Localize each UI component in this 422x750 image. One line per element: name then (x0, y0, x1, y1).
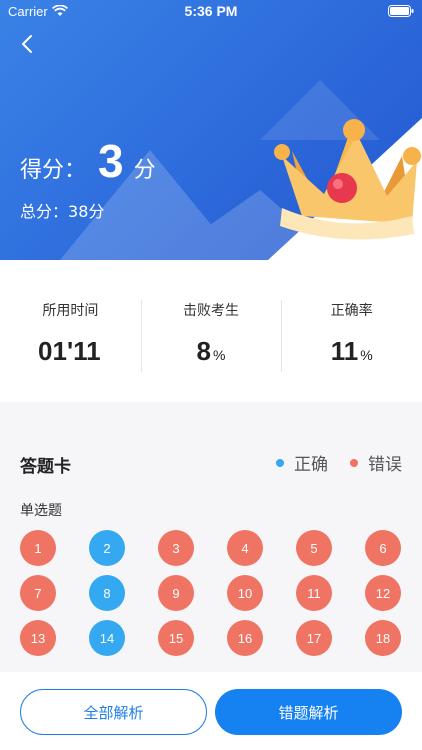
clock: 5:36 PM (184, 3, 238, 19)
total-value: 38分 (68, 202, 105, 221)
stat-time: 所用时间 01'11 (0, 260, 141, 402)
stat-label: 所用时间 (42, 303, 99, 319)
question-16-button[interactable]: 16 (227, 620, 263, 656)
legend: 正确 错误 (276, 450, 402, 475)
question-13-button[interactable]: 13 (20, 620, 56, 656)
crown-icon (274, 119, 421, 240)
legend-correct: 正确 (276, 450, 328, 475)
wrong-dot-icon (350, 458, 358, 467)
stats-panel: 所用时间 01'11 击败考生 8% 正确率 11% (0, 260, 422, 402)
stat-accuracy: 正确率 11% (281, 260, 422, 402)
legend-wrong: 错误 (350, 450, 402, 475)
question-8-button[interactable]: 8 (89, 575, 125, 611)
stat-value: 01'11 (38, 336, 101, 366)
total-label: 总分： (20, 202, 69, 221)
question-11-button[interactable]: 11 (296, 575, 332, 611)
question-12-button[interactable]: 12 (365, 575, 401, 611)
question-18-button[interactable]: 18 (365, 620, 401, 656)
score-value: 3 (98, 135, 124, 187)
question-7-button[interactable]: 7 (20, 575, 56, 611)
question-17-button[interactable]: 17 (296, 620, 332, 656)
battery-icon (388, 5, 414, 17)
all-analysis-button[interactable]: 全部解析 (20, 689, 207, 735)
question-9-button[interactable]: 9 (158, 575, 194, 611)
question-5-button[interactable]: 5 (296, 530, 332, 566)
question-15-button[interactable]: 15 (158, 620, 194, 656)
question-6-button[interactable]: 6 (365, 530, 401, 566)
bottom-bar: 全部解析 错题解析 (0, 672, 422, 750)
stat-label: 正确率 (330, 303, 373, 319)
stat-value: 11% (330, 336, 373, 366)
stat-label: 击败考生 (183, 303, 239, 319)
answer-card: 答题卡 正确 错误 单选题 1 2 3 4 5 6 7 8 9 10 11 12 13 14 15 16 17 1… (0, 402, 422, 672)
correct-dot-icon (276, 458, 284, 467)
chevron-left-icon[interactable] (16, 32, 40, 56)
question-3-button[interactable]: 3 (158, 530, 194, 566)
question-2-button[interactable]: 2 (89, 530, 125, 566)
status-bar: Carrier 5:36 PM (0, 0, 422, 24)
question-1-button[interactable]: 1 (20, 530, 56, 566)
answer-card-title: 答题卡 (20, 457, 71, 477)
wrong-analysis-button[interactable]: 错题解析 (215, 689, 402, 735)
question-14-button[interactable]: 14 (89, 620, 125, 656)
section-label: 单选题 (20, 503, 62, 519)
result-header: Carrier 5:36 PM 得分： 3 分 总分： 38分 (0, 0, 422, 260)
score-line: 得分： 3 分 (20, 134, 156, 188)
score-unit: 分 (133, 158, 156, 183)
question-10-button[interactable]: 10 (227, 575, 263, 611)
total-score: 总分： 38分 (20, 198, 104, 222)
score-label: 得分： (20, 158, 87, 183)
stat-value: 8% (196, 336, 226, 366)
question-4-button[interactable]: 4 (227, 530, 263, 566)
stat-beat: 击败考生 8% (140, 260, 282, 402)
